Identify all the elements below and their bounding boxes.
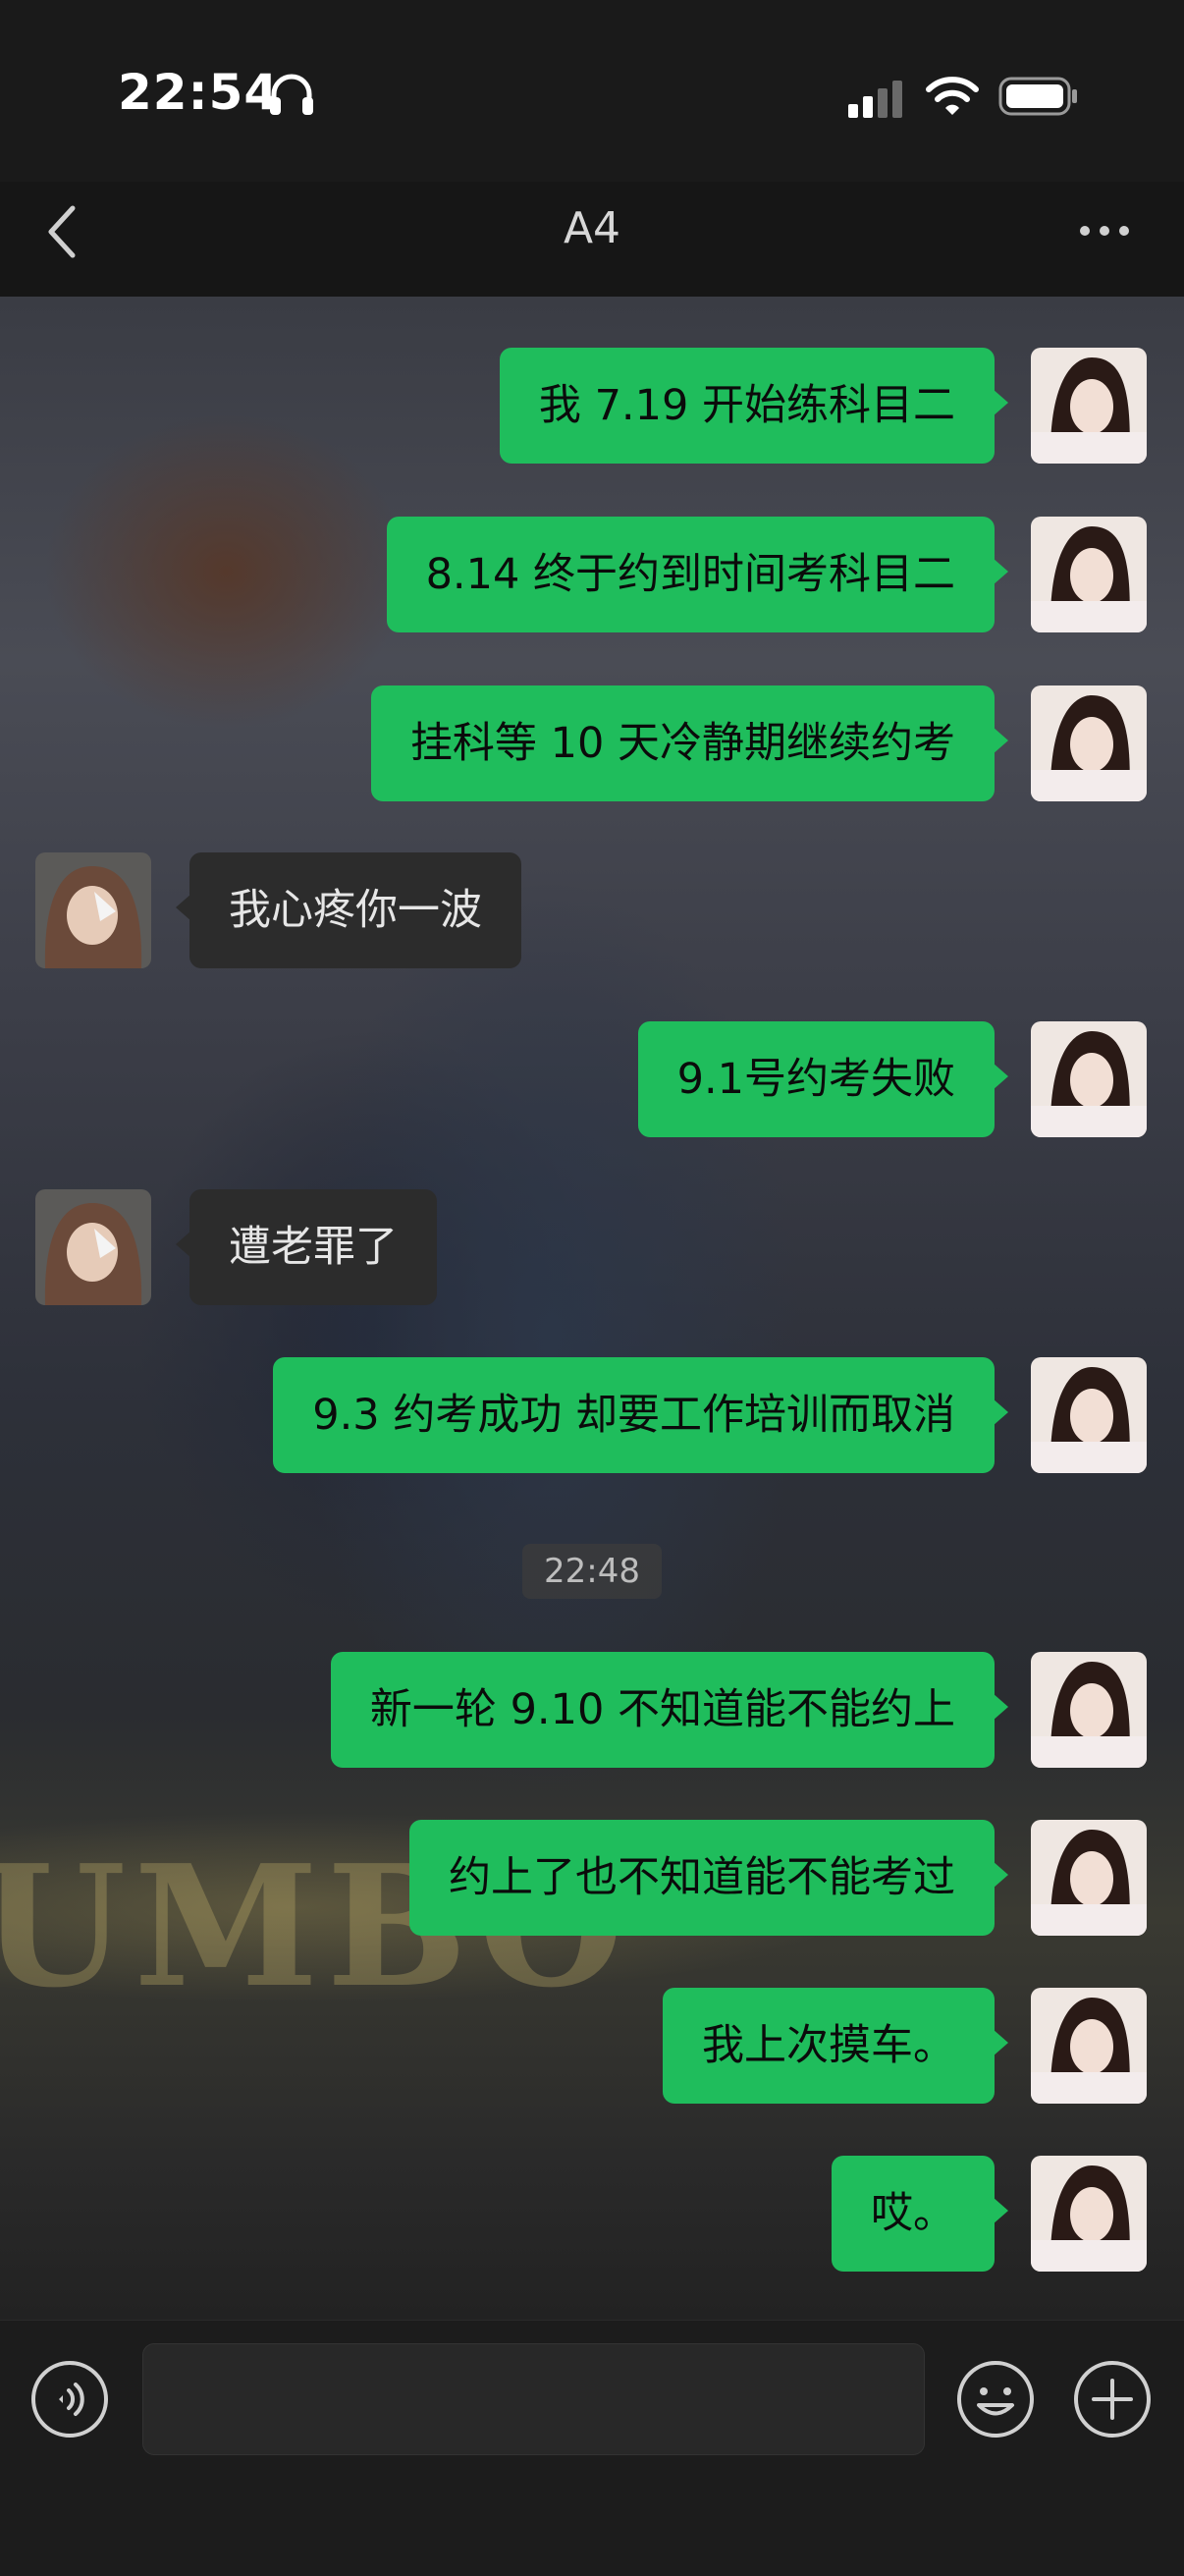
contact-avatar[interactable] [35, 1189, 151, 1305]
status-time: 22:54 [118, 64, 280, 121]
message-bubble-outgoing[interactable]: 约上了也不知道能不能考过 [409, 1820, 1008, 1936]
message-text: 新一轮 9.10 不知道能不能约上 [369, 1685, 955, 1734]
message-bubble-outgoing[interactable]: 9.1号约考失败 [637, 1021, 1009, 1137]
my-avatar[interactable] [1031, 1021, 1147, 1137]
input-bar [0, 2320, 1184, 2576]
message-text: 哎。 [871, 2189, 955, 2238]
my-avatar[interactable] [1031, 1357, 1147, 1473]
message-text: 我心疼你一波 [229, 886, 482, 935]
my-avatar[interactable] [1031, 517, 1147, 632]
message-text: 约上了也不知道能不能考过 [449, 1853, 955, 1902]
message-bubble-outgoing[interactable]: 新一轮 9.10 不知道能不能约上 [330, 1652, 1009, 1768]
message-bubble-outgoing[interactable]: 哎。 [832, 2156, 1008, 2272]
chat-title: A4 [563, 203, 621, 253]
chat-area[interactable]: UMBO 我 7.19 开始练科目二 8.14 终于约到时间考科目二 挂科等 1… [0, 297, 1184, 2320]
message-timestamp: 22:48 [522, 1544, 662, 1599]
more-icon[interactable] [1075, 220, 1134, 242]
message-bubble-incoming[interactable]: 我心疼你一波 [176, 852, 521, 968]
my-avatar[interactable] [1031, 1652, 1147, 1768]
message-text: 我上次摸车。 [702, 2021, 955, 2070]
my-avatar[interactable] [1031, 685, 1147, 801]
message-bubble-outgoing[interactable]: 挂科等 10 天冷静期继续约考 [370, 685, 1009, 801]
message-text: 8.14 终于约到时间考科目二 [425, 550, 955, 599]
message-text: 遭老罪了 [229, 1223, 398, 1272]
message-bubble-incoming[interactable]: 遭老罪了 [176, 1189, 437, 1305]
message-input[interactable] [142, 2343, 925, 2455]
battery-icon [998, 77, 1077, 116]
message-bubble-outgoing[interactable]: 9.3 约考成功 却要工作培训而取消 [273, 1357, 1008, 1473]
wifi-icon [926, 77, 979, 115]
message-text: 9.1号约考失败 [676, 1055, 955, 1104]
my-avatar[interactable] [1031, 1988, 1147, 2104]
message-text: 9.3 约考成功 却要工作培训而取消 [312, 1391, 955, 1440]
message-bubble-outgoing[interactable]: 8.14 终于约到时间考科目二 [386, 517, 1009, 632]
signal-icon [848, 81, 902, 118]
plus-icon[interactable] [1072, 2359, 1153, 2439]
message-text: 我 7.19 开始练科目二 [538, 381, 955, 430]
my-avatar[interactable] [1031, 2156, 1147, 2272]
headphones-icon [270, 74, 313, 115]
emoji-icon[interactable] [955, 2359, 1036, 2439]
my-avatar[interactable] [1031, 1820, 1147, 1936]
contact-avatar[interactable] [35, 852, 151, 968]
status-bar: 22:54 [0, 0, 1184, 182]
message-bubble-outgoing[interactable]: 我上次摸车。 [663, 1988, 1008, 2104]
message-bubble-outgoing[interactable]: 我 7.19 开始练科目二 [499, 348, 1009, 464]
my-avatar[interactable] [1031, 348, 1147, 464]
voice-icon[interactable] [29, 2359, 110, 2439]
message-text: 挂科等 10 天冷静期继续约考 [409, 719, 955, 768]
